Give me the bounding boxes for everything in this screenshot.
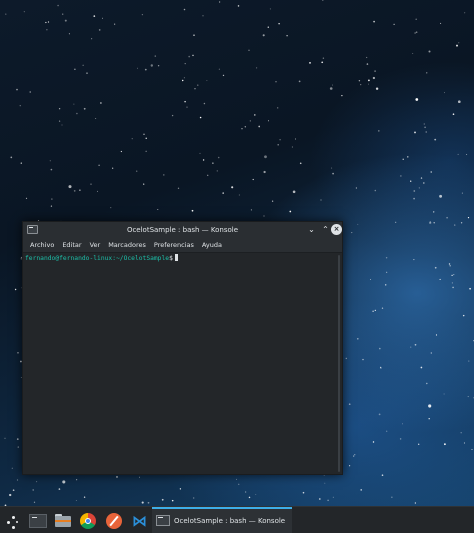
active-task-indicator — [152, 507, 292, 509]
menubar: Archivo Editar Ver Marcadores Preferenci… — [23, 238, 342, 253]
menu-ver[interactable]: Ver — [86, 238, 105, 253]
web-browser-icon[interactable] — [103, 510, 125, 532]
files-icon[interactable] — [52, 510, 74, 532]
prompt-user: fernando@fernando-linux:~/OcelotSample — [25, 255, 170, 262]
application-launcher-icon[interactable] — [2, 510, 24, 532]
menu-editar[interactable]: Editar — [58, 238, 85, 253]
task-label: OcelotSample : bash — Konsole — [174, 517, 286, 525]
menu-preferencias[interactable]: Preferencias — [150, 238, 198, 253]
vscode-icon[interactable]: ⋈ — [128, 510, 150, 532]
menu-marcadores[interactable]: Marcadores — [104, 238, 150, 253]
minimize-button[interactable]: ⌄ — [306, 224, 317, 235]
prompt-symbol: $ — [169, 255, 173, 262]
terminal-icon — [156, 515, 170, 526]
scrollbar[interactable] — [338, 255, 340, 472]
maximize-button[interactable]: ⌃ — [320, 224, 331, 235]
konsole-window[interactable]: OcelotSample : bash — Konsole ⌄ ⌃ × Arch… — [22, 221, 343, 475]
close-button[interactable]: × — [331, 224, 342, 235]
terminal-area[interactable]: fernando@fernando-linux:~/OcelotSample$ — [23, 253, 342, 474]
window-titlebar[interactable]: OcelotSample : bash — Konsole ⌄ ⌃ × — [23, 222, 342, 238]
konsole-launcher-icon[interactable] — [27, 510, 49, 532]
taskbar: ⋈ OcelotSample : bash — Konsole — [0, 506, 474, 533]
prompt-line: fernando@fernando-linux:~/OcelotSample$ — [25, 254, 178, 262]
text-cursor — [174, 254, 178, 261]
menu-ayuda[interactable]: Ayuda — [198, 238, 226, 253]
menu-archivo[interactable]: Archivo — [26, 238, 58, 253]
chrome-icon[interactable] — [77, 510, 99, 532]
taskbar-task-konsole[interactable]: OcelotSample : bash — Konsole — [152, 509, 292, 533]
window-title: OcelotSample : bash — Konsole — [126, 226, 239, 234]
